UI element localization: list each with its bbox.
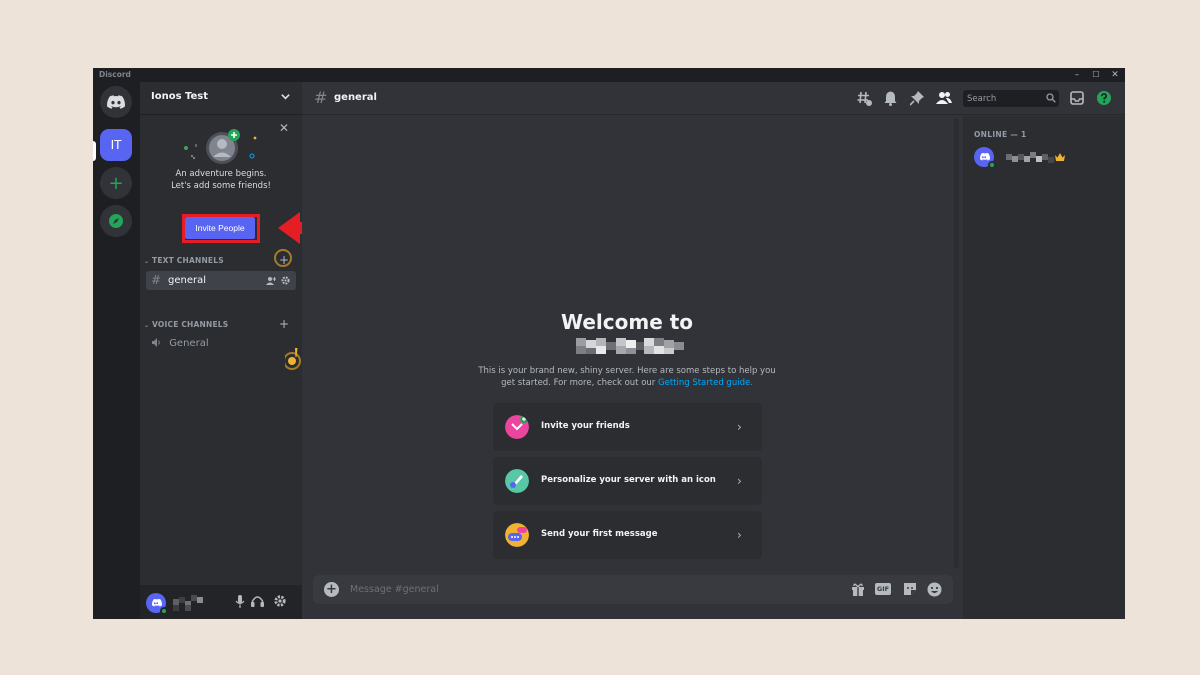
attach-button[interactable]: + xyxy=(324,582,339,597)
explore-servers-button[interactable] xyxy=(100,205,132,237)
create-text-channel-button[interactable]: + xyxy=(279,254,289,266)
close-onboarding-button[interactable]: ✕ xyxy=(279,122,289,134)
voice-channel-name: General xyxy=(169,338,209,349)
online-status-indicator xyxy=(988,161,996,169)
member-list: ONLINE — 1 xyxy=(963,116,1125,619)
discord-window: Discord – ☐ ✕ IT + Ionos Test ✕ An adven… xyxy=(93,68,1125,619)
step-label: Send your first message xyxy=(541,529,658,539)
bell-icon[interactable] xyxy=(884,91,897,106)
member-list-icon[interactable] xyxy=(936,91,952,105)
step-label: Invite your friends xyxy=(541,421,630,431)
category-label: VOICE CHANNELS xyxy=(152,320,229,329)
compass-icon xyxy=(109,214,123,228)
gear-icon[interactable] xyxy=(281,276,290,285)
send-message-icon xyxy=(505,523,529,547)
hash-icon: # xyxy=(151,273,162,287)
user-panel xyxy=(140,585,302,619)
channel-title: general xyxy=(334,92,377,103)
message-input[interactable] xyxy=(350,582,810,597)
close-window-button[interactable]: ✕ xyxy=(1106,68,1124,82)
step-personalize-server[interactable]: Personalize your server with an icon › xyxy=(493,457,762,505)
chevron-down-icon xyxy=(281,94,290,100)
category-label: TEXT CHANNELS xyxy=(152,256,224,265)
discord-logo-icon xyxy=(107,95,125,109)
create-voice-channel-button[interactable]: + xyxy=(279,318,289,330)
channel-item-general[interactable]: # general xyxy=(146,271,296,290)
microphone-icon[interactable] xyxy=(235,595,245,608)
server-icon-ionos-test[interactable]: IT xyxy=(100,129,132,161)
chevron-right-icon: › xyxy=(737,528,742,542)
onboarding-line-2: Let's add some friends! xyxy=(171,181,271,191)
text-channels-category[interactable]: ⌄ TEXT CHANNELS xyxy=(144,256,224,265)
add-member-icon[interactable] xyxy=(266,276,276,285)
title-bar: Discord – ☐ ✕ xyxy=(93,68,1125,82)
getting-started-link[interactable]: Getting Started guide. xyxy=(658,378,753,388)
maximize-button[interactable]: ☐ xyxy=(1087,68,1105,82)
voice-channel-general[interactable]: General xyxy=(152,338,209,349)
server-rail: IT + xyxy=(93,82,140,619)
crown-icon xyxy=(1055,153,1065,161)
onboarding-message: An adventure begins. Let's add some frie… xyxy=(140,168,302,192)
help-icon[interactable] xyxy=(1097,91,1111,105)
minimize-button[interactable]: – xyxy=(1068,68,1086,82)
step-invite-friends[interactable]: Invite your friends › xyxy=(493,403,762,451)
chevron-down-icon: ⌄ xyxy=(144,258,150,265)
chevron-right-icon: › xyxy=(737,420,742,434)
pixelated-username xyxy=(173,595,203,611)
inbox-icon[interactable] xyxy=(1070,91,1084,105)
add-server-button[interactable]: + xyxy=(100,167,132,199)
search-input[interactable] xyxy=(967,92,1043,105)
channel-sidebar: Ionos Test ✕ An adventure begins. Let's … xyxy=(140,82,334,619)
server-header[interactable]: Ionos Test xyxy=(140,82,302,115)
search-bar[interactable] xyxy=(963,90,1059,107)
invite-friends-icon xyxy=(505,415,529,439)
plus-icon: + xyxy=(108,172,124,194)
welcome-title: Welcome to xyxy=(560,310,694,334)
pixelated-member-name xyxy=(1006,152,1054,163)
pixelated-server-name xyxy=(576,338,684,354)
gift-icon[interactable] xyxy=(851,582,865,596)
pin-icon[interactable] xyxy=(910,91,924,106)
gif-button[interactable]: GIF xyxy=(875,583,891,595)
speaker-icon xyxy=(152,338,160,347)
app-name: Discord xyxy=(99,70,131,79)
message-composer: + GIF xyxy=(313,575,953,604)
online-header: ONLINE — 1 xyxy=(974,130,1027,139)
emoji-icon[interactable] xyxy=(927,582,942,597)
hash-icon: # xyxy=(314,88,328,107)
channel-name: general xyxy=(168,275,207,286)
invite-people-button[interactable]: Invite People xyxy=(185,217,255,239)
server-initials: IT xyxy=(110,138,122,152)
step-send-first-message[interactable]: Send your first message › xyxy=(493,511,762,559)
chevron-down-icon: ⌄ xyxy=(144,322,150,329)
selected-server-indicator xyxy=(93,141,96,161)
threads-icon[interactable] xyxy=(857,91,872,106)
welcome-description: This is your brand new, shiny server. He… xyxy=(477,365,777,389)
sticker-icon[interactable] xyxy=(903,582,917,596)
search-icon xyxy=(1046,93,1056,103)
online-status-indicator xyxy=(160,607,168,615)
channel-header: # general xyxy=(302,82,1125,115)
voice-channels-category[interactable]: ⌄ VOICE CHANNELS xyxy=(144,320,228,329)
chevron-right-icon: › xyxy=(737,474,742,488)
personalize-icon xyxy=(505,469,529,493)
headphones-icon[interactable] xyxy=(251,595,264,607)
home-button[interactable] xyxy=(100,86,132,118)
onboarding-line-1: An adventure begins. xyxy=(175,169,267,179)
server-name: Ionos Test xyxy=(151,91,209,102)
settings-gear-icon[interactable] xyxy=(274,595,286,607)
step-label: Personalize your server with an icon xyxy=(541,475,716,485)
chat-area: # general Search Welcome to This is your… xyxy=(302,82,1125,619)
scrollbar[interactable] xyxy=(954,118,959,568)
